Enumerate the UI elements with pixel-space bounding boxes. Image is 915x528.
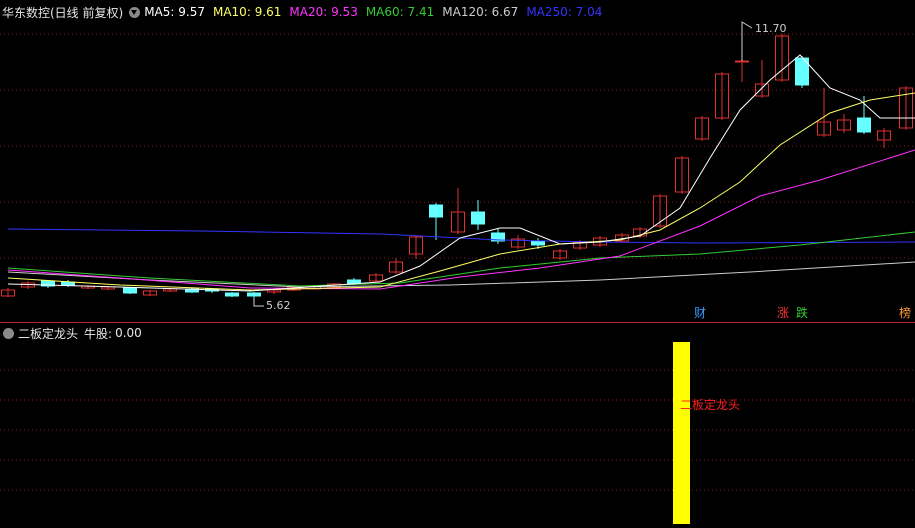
ma120-item: MA120: 6.67 — [442, 5, 519, 19]
indicator-legend: 二板定龙头 牛股: 0.00 — [0, 325, 142, 341]
stock-title: 华东数控(日线 前复权) — [2, 5, 124, 20]
price-chart[interactable] — [0, 0, 915, 322]
ma5-item: MA5: 9.57 — [144, 5, 205, 19]
ma250-line — [7, 228, 915, 244]
event-marker-list[interactable]: 榜 — [899, 306, 911, 320]
event-marker-down[interactable]: 跌 — [796, 306, 808, 320]
indicator-panel[interactable] — [0, 322, 915, 528]
chevron-down-icon[interactable] — [129, 6, 141, 18]
candle — [735, 60, 749, 63]
event-marker-up[interactable]: 涨 — [777, 306, 789, 320]
candle — [247, 292, 261, 297]
indicator-label: 牛股: — [84, 326, 113, 341]
signal-bar — [673, 342, 690, 524]
ma60-line — [7, 231, 915, 287]
candle — [857, 117, 871, 133]
ma20-item: MA20: 9.53 — [289, 5, 358, 19]
candlestick-chart-panel[interactable]: 华东数控(日线 前复权) MA5: 9.57 MA10: 9.61 MA20: … — [0, 0, 915, 322]
low-pointer — [253, 299, 264, 307]
candle — [225, 292, 239, 297]
indicator-value: 0.00 — [115, 326, 142, 340]
candle — [429, 204, 443, 218]
high-pointer — [741, 21, 753, 61]
candle — [123, 287, 137, 294]
ma10-item: MA10: 9.61 — [212, 5, 282, 19]
ma20-line — [7, 149, 915, 290]
ma250-item: MA250: 7.04 — [526, 5, 603, 19]
indicator-chart — [0, 342, 915, 524]
chart-legend: 华东数控(日线 前复权) MA5: 9.57 MA10: 9.61 MA20: … — [0, 3, 610, 21]
event-marker-finance[interactable]: 财 — [694, 306, 706, 320]
ma120-line — [7, 261, 915, 288]
candle — [531, 240, 545, 246]
low-price-label: 5.62 — [266, 299, 291, 312]
indicator-title: 二板定龙头 — [18, 326, 79, 341]
signal-label: 二板定龙头 — [680, 398, 741, 412]
candle — [471, 211, 485, 225]
ma10-line — [7, 92, 915, 291]
ma60-item: MA60: 7.41 — [365, 5, 435, 19]
high-price-label: 11.70 — [755, 22, 787, 35]
chevron-down-icon[interactable] — [3, 327, 14, 339]
